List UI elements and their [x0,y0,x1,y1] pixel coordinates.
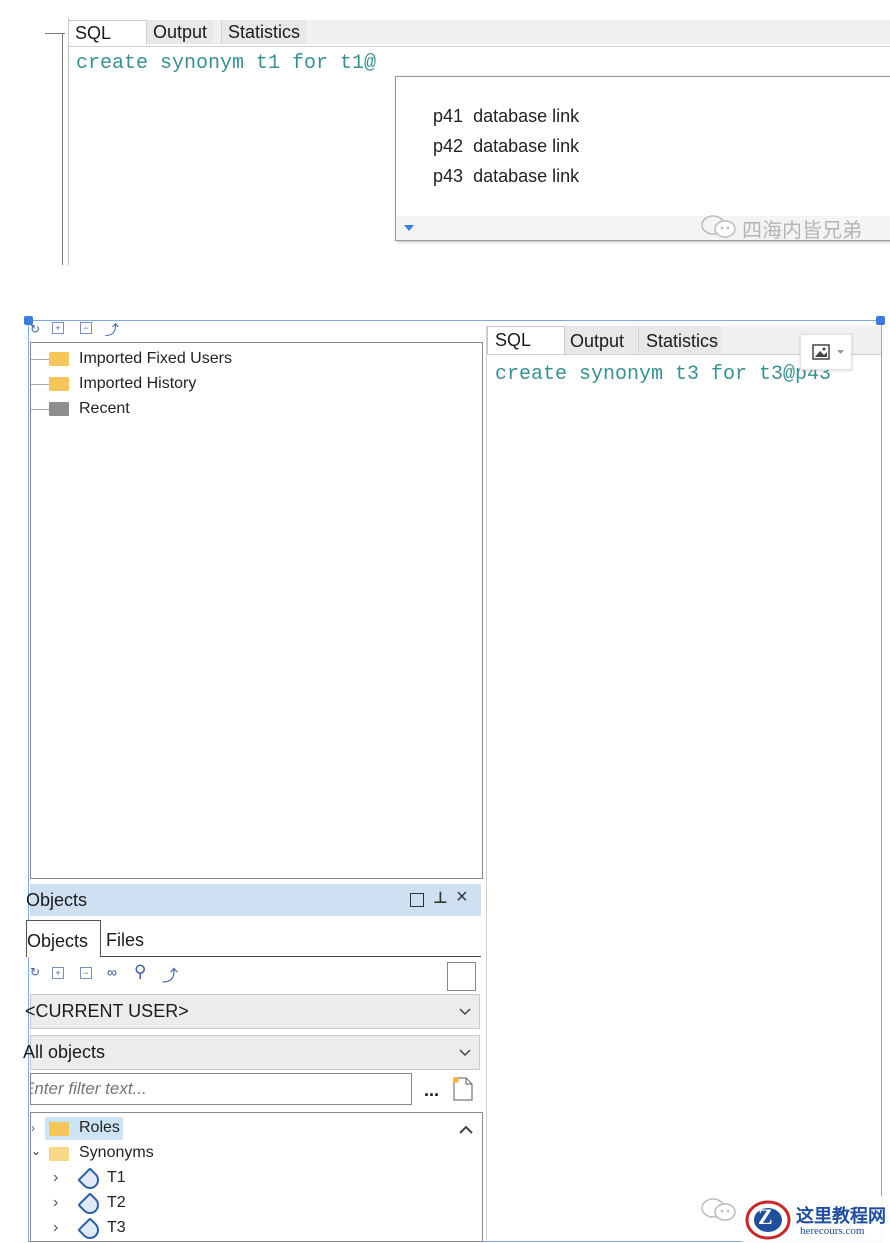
close-icon[interactable]: × [456,886,468,909]
synonym-icon [77,1217,103,1243]
binoculars-icon[interactable]: ∞ [107,964,117,980]
tree-connector [31,384,49,385]
tree-item-label: Synonyms [79,1144,154,1161]
tree-panel: Imported Fixed Users Imported History Re… [30,342,483,879]
tree-toolbar: ↻ + − ⤴ [30,322,150,340]
wechat-icon [701,215,736,238]
sql-text[interactable]: create synonym t3 for t3@p43 [495,363,831,386]
folder-icon-gray [49,402,69,416]
tab-output-label: Output [570,331,625,351]
new-folder-icon[interactable]: ⤴ [105,320,119,340]
scope-select[interactable]: All objects [23,1035,480,1070]
owner-select-value: <CURRENT USER> [25,1001,189,1021]
chevron-right-icon[interactable]: › [53,1169,58,1187]
tree-item-label: Imported Fixed Users [79,350,232,367]
tab-statistics[interactable]: Statistics [638,326,721,354]
top-screenshot: SQL Output Statistics create synonym t1 … [0,0,890,265]
folder-open-icon [49,1147,69,1161]
objects-tab-bar: Objects Files [26,918,481,957]
objects-tree: › Roles ⌄ Synonyms › T1 › T2 › T3 [30,1112,483,1243]
tab-files[interactable]: Files [106,930,144,951]
logo-letter: Z [758,1204,773,1229]
dropdown-arrow-icon[interactable] [404,225,414,232]
objects-panel-title: Objects [26,890,88,910]
tab-output[interactable]: Output [146,20,214,44]
tab-bar: SQL Output Statistics [68,20,890,45]
editor-border [68,46,890,47]
tab-statistics[interactable]: Statistics [221,20,307,44]
completion-kind: database link [473,166,580,186]
tree-item-label: T3 [107,1219,126,1236]
image-button[interactable] [800,334,852,370]
chevron-right-icon[interactable]: › [53,1194,58,1212]
chevron-down-icon [837,350,844,354]
tree-item-label: T2 [107,1194,126,1211]
filter-icon[interactable]: ⚲ [134,962,146,982]
tab-sql[interactable]: SQL [68,20,150,45]
new-document-icon[interactable] [452,1076,474,1102]
tab-sql-label: SQL [75,23,112,43]
sql-editor[interactable]: SQL Output Statistics create synonym t3 … [486,326,881,1240]
tab-statistics-label: Statistics [646,331,719,351]
new-folder-icon[interactable]: ⤴ [162,962,178,986]
expand-icon[interactable]: + [52,967,64,979]
completion-name: p43 [433,166,464,186]
folder-icon [49,377,69,391]
filter-input[interactable] [30,1073,412,1105]
tree-item-label: Roles [79,1119,120,1136]
logo-sub-text: herecours.com [800,1225,865,1237]
refresh-icon[interactable]: ↻ [30,965,40,979]
maximize-icon[interactable] [410,893,424,907]
tree-item-label: Recent [79,400,130,417]
scope-select-value: All objects [23,1042,106,1062]
collapse-icon[interactable]: − [80,967,92,979]
tree-connector [31,409,49,410]
watermark: 四海内皆兄弟 [700,212,880,242]
refresh-icon[interactable]: ↻ [30,322,40,336]
tab-sql[interactable]: SQL [487,326,565,355]
resize-handle[interactable] [876,316,885,325]
objects-panel-header: Objects ⊥ × [26,884,481,916]
site-logo: Z 这里教程网 herecours.com [742,1196,890,1243]
tab-objects-label: Objects [27,931,89,951]
chevron-down-icon [459,1049,471,1056]
ellipsis-button[interactable]: ... [424,1080,439,1101]
tree-item-label: Imported History [79,375,197,392]
option-box[interactable] [447,962,476,991]
synonym-icon [77,1167,103,1193]
tree-connector [31,359,49,360]
expand-icon[interactable]: + [52,322,64,334]
tab-sql-label: SQL [495,330,532,350]
scroll-up-icon[interactable] [459,1125,473,1134]
sql-text[interactable]: create synonym t1 for t1@ [76,52,376,75]
completion-item[interactable]: p43 database link [403,145,579,208]
synonym-icon [77,1192,103,1218]
pin-icon[interactable]: ⊥ [433,888,448,908]
gutter-line [62,33,63,265]
tab-output-label: Output [153,22,208,42]
owner-select[interactable]: <CURRENT USER> [25,994,480,1029]
chevron-right-icon[interactable]: › [31,1121,35,1135]
objects-toolbar: ↻ + − ∞ ⚲ ⤴ [30,962,481,991]
watermark-text: 四海内皆兄弟 [742,220,862,242]
tab-output[interactable]: Output [565,326,637,354]
chevron-right-icon[interactable]: › [53,1219,58,1237]
tab-files-label: Files [106,930,145,950]
tree-item-label: T1 [107,1169,126,1186]
image-icon [812,344,830,360]
tab-statistics-label: Statistics [228,22,301,42]
folder-icon [49,352,69,366]
chevron-down-icon[interactable]: ⌄ [31,1144,41,1158]
folder-icon [49,1122,69,1136]
wechat-icon [701,1198,736,1221]
chevron-down-icon [459,1008,471,1015]
collapse-icon[interactable]: − [80,322,92,334]
tab-objects[interactable]: Objects [26,920,101,957]
